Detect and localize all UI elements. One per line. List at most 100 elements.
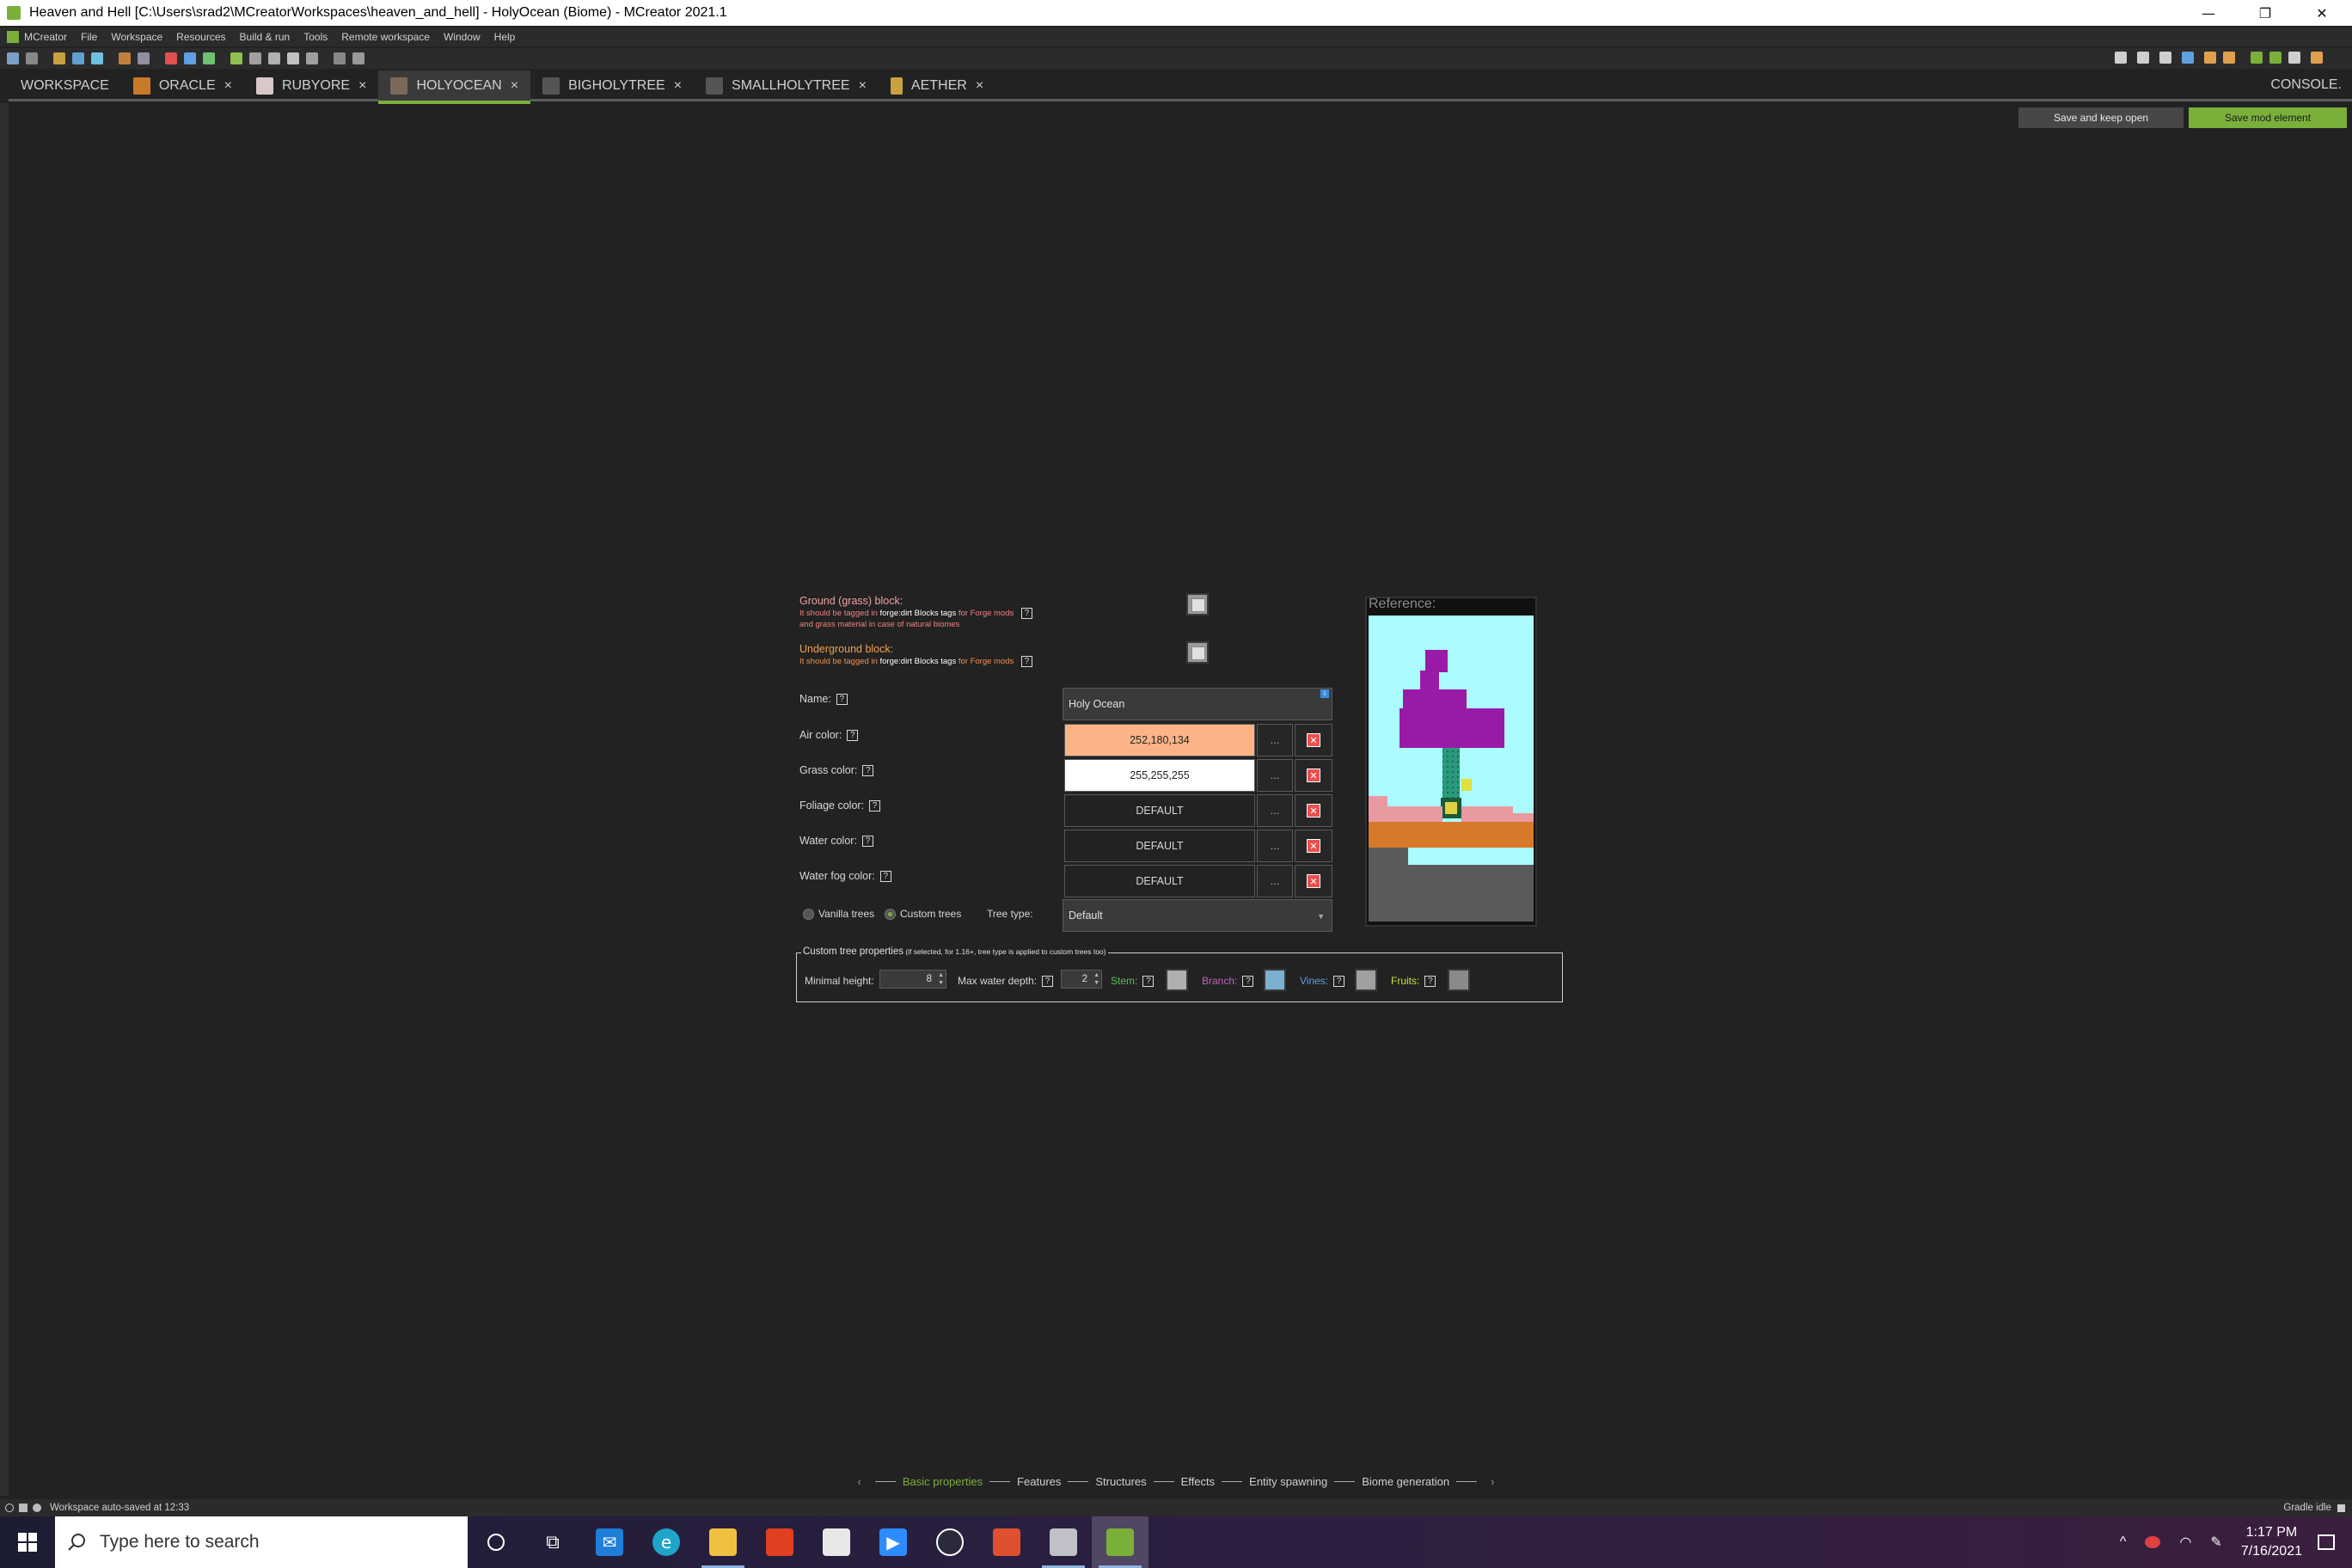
cortana-button[interactable] bbox=[468, 1516, 524, 1568]
workspace-icon[interactable] bbox=[7, 52, 19, 64]
link-icon[interactable] bbox=[352, 52, 364, 64]
console-toggle[interactable]: CONSOLE. bbox=[2270, 77, 2342, 93]
help-icon[interactable]: ? bbox=[1424, 976, 1436, 988]
spinner-arrows-icon[interactable]: ▲ ▼ bbox=[1093, 971, 1099, 987]
help-icon[interactable]: ? bbox=[879, 871, 891, 883]
close-tab-icon[interactable]: × bbox=[674, 78, 682, 94]
max-water-depth-spinner[interactable]: 2 ▲ ▼ bbox=[1061, 970, 1102, 989]
save-and-keep-open-button[interactable]: Save and keep open bbox=[2018, 107, 2184, 128]
security-app[interactable] bbox=[922, 1516, 978, 1568]
tab-bigholytree[interactable]: BIGHOLYTREE × bbox=[530, 70, 694, 101]
next-page-icon[interactable]: › bbox=[1491, 1475, 1494, 1488]
wifi-icon[interactable]: ◠ bbox=[2179, 1534, 2191, 1551]
air-color-clear-button[interactable]: ✕ bbox=[1295, 724, 1332, 756]
minecraft-launcher-app[interactable] bbox=[1035, 1516, 1092, 1568]
share-icon[interactable] bbox=[19, 1504, 28, 1512]
run-server-icon[interactable] bbox=[2269, 52, 2282, 64]
gradle-icon[interactable] bbox=[2223, 52, 2235, 64]
fruits-block-selector[interactable] bbox=[1448, 969, 1470, 991]
water-color-picker-button[interactable]: ... bbox=[1257, 830, 1293, 862]
menu-remote-workspace[interactable]: Remote workspace bbox=[341, 31, 430, 43]
export-icon[interactable] bbox=[2182, 52, 2194, 64]
nav-effects[interactable]: Effects bbox=[1181, 1475, 1216, 1488]
zoom-app[interactable]: ▶ bbox=[865, 1516, 922, 1568]
grass-color-clear-button[interactable]: ✕ bbox=[1295, 759, 1332, 792]
pull-icon[interactable] bbox=[2137, 52, 2149, 64]
menu-resources[interactable]: Resources bbox=[176, 31, 225, 43]
restore-button[interactable]: ❐ bbox=[2239, 0, 2292, 26]
mail-app[interactable]: ✉ bbox=[581, 1516, 638, 1568]
menu-file[interactable]: File bbox=[81, 31, 97, 43]
vines-block-selector[interactable] bbox=[1355, 969, 1377, 991]
air-color-picker-button[interactable]: ... bbox=[1257, 724, 1293, 756]
nav-features[interactable]: Features bbox=[1017, 1475, 1061, 1488]
water-fog-color-clear-button[interactable]: ✕ bbox=[1295, 865, 1332, 897]
water-fog-color-field[interactable]: DEFAULT bbox=[1064, 865, 1255, 897]
task-view-button[interactable]: ⧉ bbox=[524, 1516, 581, 1568]
animation-icon[interactable] bbox=[230, 52, 242, 64]
close-tab-icon[interactable]: × bbox=[976, 78, 983, 94]
help-icon[interactable]: ? bbox=[1142, 976, 1155, 988]
mcreator-app[interactable] bbox=[1092, 1516, 1148, 1568]
open-icon[interactable] bbox=[26, 52, 38, 64]
foliage-color-field[interactable]: DEFAULT bbox=[1064, 794, 1255, 827]
texture-icon[interactable] bbox=[119, 52, 131, 64]
settings-icon[interactable] bbox=[334, 52, 346, 64]
grid-icon[interactable] bbox=[165, 52, 177, 64]
nav-basic-properties[interactable]: Basic properties bbox=[903, 1475, 983, 1488]
close-tab-icon[interactable]: × bbox=[224, 78, 232, 94]
branch-block-selector[interactable] bbox=[1264, 969, 1286, 991]
stem-block-selector[interactable] bbox=[1166, 969, 1188, 991]
close-tab-icon[interactable]: × bbox=[511, 78, 518, 94]
menu-mcreator[interactable]: MCreator bbox=[24, 31, 67, 43]
minimize-button[interactable]: — bbox=[2182, 0, 2235, 26]
structure-icon[interactable] bbox=[203, 52, 215, 64]
vanilla-trees-radio[interactable] bbox=[803, 909, 814, 920]
stop-icon[interactable] bbox=[2288, 52, 2300, 64]
help-icon[interactable]: ? bbox=[836, 694, 848, 706]
water-color-field[interactable]: DEFAULT bbox=[1064, 830, 1255, 862]
export-mod-icon[interactable] bbox=[2311, 52, 2323, 64]
water-color-clear-button[interactable]: ✕ bbox=[1295, 830, 1332, 862]
nav-entity-spawning[interactable]: Entity spawning bbox=[1249, 1475, 1327, 1488]
snipping-tool-app[interactable] bbox=[978, 1516, 1035, 1568]
tab-holyocean[interactable]: HOLYOCEAN × bbox=[378, 70, 531, 104]
help-icon[interactable]: ? bbox=[1042, 976, 1054, 988]
key-icon[interactable] bbox=[268, 52, 280, 64]
foliage-color-clear-button[interactable]: ✕ bbox=[1295, 794, 1332, 827]
image-icon[interactable] bbox=[91, 52, 103, 64]
model-icon[interactable] bbox=[184, 52, 196, 64]
previous-page-icon[interactable]: ‹ bbox=[858, 1475, 861, 1488]
nav-structures[interactable]: Structures bbox=[1095, 1475, 1146, 1488]
tab-workspace[interactable]: WORKSPACE bbox=[9, 70, 121, 101]
water-fog-color-picker-button[interactable]: ... bbox=[1257, 865, 1293, 897]
build-hammer-icon[interactable] bbox=[2204, 52, 2216, 64]
close-tab-icon[interactable]: × bbox=[859, 78, 867, 94]
pen-icon[interactable]: ✎ bbox=[2210, 1534, 2221, 1551]
brush-icon[interactable] bbox=[306, 52, 318, 64]
help-icon[interactable]: ? bbox=[862, 765, 874, 777]
help-icon[interactable]: ? bbox=[1242, 976, 1254, 988]
close-window-button[interactable]: ✕ bbox=[2295, 0, 2349, 26]
run-client-icon[interactable] bbox=[2251, 52, 2263, 64]
grass-color-field[interactable]: 255,255,255 bbox=[1064, 759, 1255, 792]
git-branch-icon[interactable] bbox=[2115, 52, 2127, 64]
save-mod-element-button[interactable]: Save mod element bbox=[2189, 107, 2347, 128]
help-icon[interactable]: ? bbox=[869, 800, 881, 812]
help-icon[interactable]: ? bbox=[847, 730, 859, 742]
clock[interactable]: 1:17 PM 7/16/2021 bbox=[2241, 1523, 2302, 1561]
close-tab-icon[interactable]: × bbox=[358, 78, 366, 94]
settings-icon[interactable] bbox=[33, 1504, 41, 1512]
menu-tools[interactable]: Tools bbox=[303, 31, 328, 43]
onedrive-icon[interactable] bbox=[2145, 1536, 2161, 1548]
grass-color-picker-button[interactable]: ... bbox=[1257, 759, 1293, 792]
menu-window[interactable]: Window bbox=[444, 31, 481, 43]
spinner-arrows-icon[interactable]: ▲ ▼ bbox=[938, 971, 944, 987]
file-explorer-app[interactable] bbox=[695, 1516, 751, 1568]
help-icon[interactable]: ? bbox=[861, 836, 873, 848]
menu-build-run[interactable]: Build & run bbox=[240, 31, 291, 43]
minimal-height-spinner[interactable]: 8 ▲ ▼ bbox=[879, 970, 946, 989]
taskbar-search[interactable]: Type here to search bbox=[55, 1516, 468, 1568]
notifications-icon[interactable] bbox=[2318, 1534, 2335, 1550]
store-app[interactable] bbox=[808, 1516, 865, 1568]
